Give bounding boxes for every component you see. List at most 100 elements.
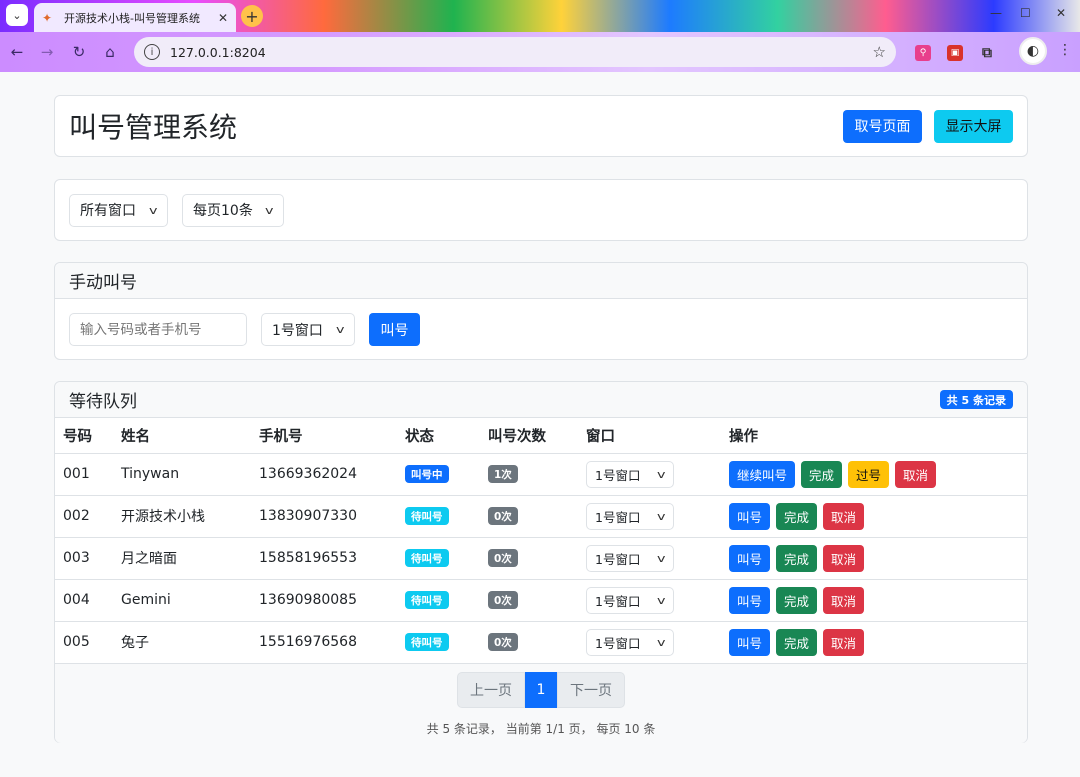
address-bar[interactable]: i 127.0.0.1:8204 ☆ bbox=[134, 37, 896, 67]
chevron-down-icon: v bbox=[657, 593, 666, 607]
call-count-badge: 1次 bbox=[488, 465, 518, 483]
manual-call-card: 手动叫号 1号窗口 v 叫号 bbox=[54, 262, 1028, 360]
cell-phone: 15858196553 bbox=[251, 537, 397, 580]
window-filter-select[interactable]: 所有窗口 v bbox=[69, 193, 168, 227]
next-page-button[interactable]: 下一页 bbox=[557, 672, 625, 708]
cell-window: 1号窗口 v bbox=[578, 579, 721, 622]
bookmark-star-icon[interactable]: ☆ bbox=[873, 43, 886, 61]
row-action-button[interactable]: 完成 bbox=[776, 544, 818, 572]
row-window-select[interactable]: 1号窗口 v bbox=[586, 544, 674, 572]
row-window-select[interactable]: 1号窗口 v bbox=[586, 460, 674, 488]
status-badge: 待叫号 bbox=[405, 507, 449, 525]
row-action-button[interactable]: 叫号 bbox=[729, 586, 771, 614]
call-window-value: 1号窗口 bbox=[272, 322, 323, 339]
row-window-select[interactable]: 1号窗口 v bbox=[586, 586, 674, 614]
big-screen-button[interactable]: 显示大屏 bbox=[934, 109, 1013, 143]
page-1-button[interactable]: 1 bbox=[525, 672, 557, 708]
chevron-down-icon: ⌄ bbox=[12, 8, 22, 22]
column-header: 操作 bbox=[721, 418, 1027, 454]
queue-title: 等待队列 bbox=[69, 392, 137, 412]
page-title: 叫号管理系统 bbox=[69, 111, 238, 144]
cell-call-count: 0次 bbox=[480, 537, 578, 580]
column-header: 状态 bbox=[397, 418, 480, 454]
chevron-down-icon: v bbox=[657, 467, 666, 481]
minimize-icon[interactable]: — bbox=[990, 6, 1002, 20]
status-badge: 叫号中 bbox=[405, 465, 449, 483]
column-header: 叫号次数 bbox=[480, 418, 578, 454]
new-tab-button[interactable]: + bbox=[241, 5, 263, 27]
row-action-button[interactable]: 继续叫号 bbox=[729, 460, 796, 488]
queue-card: 等待队列 共 5 条记录 号码 姓名 手机号 状态 叫号次数 窗口 操作 001 Tinywa… bbox=[54, 381, 1028, 743]
puzzle-extensions-icon[interactable]: ⧉ bbox=[979, 45, 995, 61]
row-action-button[interactable]: 叫号 bbox=[729, 544, 771, 572]
manual-call-button[interactable]: 叫号 bbox=[369, 313, 420, 346]
pagination-footer: 上一页 1 下一页 共 5 条记录， 当前第 1/1 页， 每页 10 条 bbox=[55, 663, 1027, 743]
cell-name: 开源技术小栈 bbox=[113, 495, 251, 538]
cell-phone: 13690980085 bbox=[251, 579, 397, 622]
cell-status: 待叫号 bbox=[397, 495, 480, 538]
cell-name: Gemini bbox=[113, 579, 251, 622]
maximize-icon[interactable]: ☐ bbox=[1020, 6, 1031, 20]
tab-search-button[interactable]: ⌄ bbox=[6, 4, 28, 26]
cell-number: 003 bbox=[55, 537, 113, 580]
extension-icon[interactable]: ⚲ bbox=[915, 45, 931, 61]
row-window-value: 1号窗口 bbox=[595, 551, 641, 567]
row-action-button[interactable]: 取消 bbox=[823, 586, 865, 614]
row-action-button[interactable]: 取消 bbox=[823, 502, 865, 530]
page-size-value: 每页10条 bbox=[193, 203, 253, 219]
browser-tab-active[interactable]: ✦ 开源技术小栈-叫号管理系统 ✕ bbox=[34, 3, 236, 32]
row-action-button[interactable]: 叫号 bbox=[729, 628, 771, 656]
call-count-badge: 0次 bbox=[488, 591, 518, 609]
profile-avatar[interactable]: ◐ bbox=[1019, 37, 1047, 65]
row-action-button[interactable]: 过号 bbox=[848, 460, 890, 488]
extension-icon[interactable]: ▣ bbox=[947, 45, 963, 61]
row-window-value: 1号窗口 bbox=[595, 509, 641, 525]
column-header: 窗口 bbox=[578, 418, 721, 454]
column-header: 号码 bbox=[55, 418, 113, 454]
cell-actions: 叫号 完成 取消 bbox=[721, 621, 1027, 663]
reload-icon[interactable]: ↻ bbox=[70, 43, 88, 61]
chevron-down-icon: v bbox=[657, 551, 666, 565]
manual-call-title: 手动叫号 bbox=[69, 273, 137, 293]
call-window-select[interactable]: 1号窗口 v bbox=[261, 313, 355, 346]
row-window-select[interactable]: 1号窗口 v bbox=[586, 502, 674, 530]
back-arrow-icon[interactable]: ← bbox=[8, 43, 26, 61]
pagination-summary: 共 5 条记录， 当前第 1/1 页， 每页 10 条 bbox=[426, 722, 656, 736]
row-window-value: 1号窗口 bbox=[595, 593, 641, 609]
manual-call-header: 手动叫号 bbox=[55, 263, 1027, 299]
cell-number: 001 bbox=[55, 453, 113, 496]
cell-phone: 13669362024 bbox=[251, 453, 397, 496]
cell-status: 待叫号 bbox=[397, 537, 480, 580]
table-row: 003 月之暗面 15858196553 待叫号 0次 1号窗口 v 叫号 完成 取消 bbox=[55, 537, 1027, 580]
cell-number: 004 bbox=[55, 579, 113, 622]
cell-actions: 继续叫号 完成 过号 取消 bbox=[721, 453, 1027, 496]
tab-close-icon[interactable]: ✕ bbox=[218, 11, 228, 25]
header-card: 叫号管理系统 取号页面 显示大屏 bbox=[54, 95, 1028, 157]
prev-page-button[interactable]: 上一页 bbox=[457, 672, 525, 708]
forward-arrow-icon[interactable]: → bbox=[38, 43, 56, 61]
menu-kebab-icon[interactable]: ⋮ bbox=[1058, 42, 1072, 58]
row-action-button[interactable]: 取消 bbox=[823, 544, 865, 572]
row-action-button[interactable]: 完成 bbox=[776, 586, 818, 614]
table-row: 004 Gemini 13690980085 待叫号 0次 1号窗口 v 叫号 完成 取消 bbox=[55, 579, 1027, 622]
queue-table: 号码 姓名 手机号 状态 叫号次数 窗口 操作 001 Tinywan 13669362024 叫… bbox=[55, 418, 1027, 663]
row-action-button[interactable]: 取消 bbox=[895, 460, 937, 488]
take-number-page-button[interactable]: 取号页面 bbox=[843, 109, 922, 143]
cell-name: Tinywan bbox=[113, 453, 251, 496]
window-close-icon[interactable]: ✕ bbox=[1056, 6, 1066, 20]
table-header-row: 号码 姓名 手机号 状态 叫号次数 窗口 操作 bbox=[55, 418, 1027, 454]
row-action-button[interactable]: 取消 bbox=[823, 628, 865, 656]
site-info-icon[interactable]: i bbox=[144, 44, 160, 60]
number-or-phone-input[interactable] bbox=[69, 313, 247, 346]
row-window-select[interactable]: 1号窗口 v bbox=[586, 628, 674, 656]
home-icon[interactable]: ⌂ bbox=[101, 43, 119, 61]
page-size-select[interactable]: 每页10条 v bbox=[182, 193, 284, 227]
call-count-badge: 0次 bbox=[488, 507, 518, 525]
cell-window: 1号窗口 v bbox=[578, 537, 721, 580]
row-action-button[interactable]: 完成 bbox=[776, 502, 818, 530]
row-action-button[interactable]: 完成 bbox=[776, 628, 818, 656]
cell-status: 待叫号 bbox=[397, 621, 480, 663]
row-action-button[interactable]: 叫号 bbox=[729, 502, 771, 530]
row-action-button[interactable]: 完成 bbox=[801, 460, 843, 488]
table-row: 002 开源技术小栈 13830907330 待叫号 0次 1号窗口 v 叫号 完成 取消 bbox=[55, 495, 1027, 538]
